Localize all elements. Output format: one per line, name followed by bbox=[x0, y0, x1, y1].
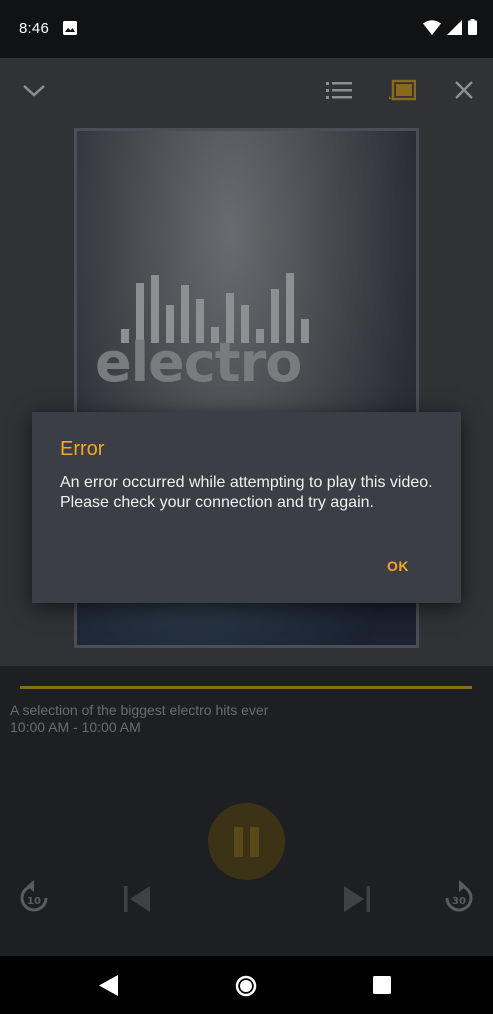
home-icon[interactable] bbox=[235, 975, 257, 1002]
status-time: 8:46 bbox=[19, 20, 49, 37]
navigation-bar bbox=[0, 956, 493, 1014]
rewind-icon[interactable]: 10 bbox=[18, 880, 50, 921]
close-icon[interactable] bbox=[454, 78, 474, 107]
back-icon[interactable] bbox=[99, 975, 118, 1001]
forward-label: 30 bbox=[452, 896, 466, 907]
cast-icon[interactable] bbox=[388, 78, 417, 107]
program-description: A selection of the biggest electro hits … bbox=[10, 702, 269, 718]
signal-icon bbox=[447, 19, 462, 40]
dialog-title: Error bbox=[60, 438, 105, 460]
pause-icon-bar-right bbox=[250, 827, 259, 857]
wifi-icon bbox=[423, 19, 441, 40]
progress-bar[interactable] bbox=[20, 686, 472, 689]
error-dialog: Error An error occurred while attempting… bbox=[32, 412, 461, 603]
player-controls: A selection of the biggest electro hits … bbox=[0, 666, 493, 956]
program-info: A selection of the biggest electro hits … bbox=[10, 702, 268, 736]
playlist-icon[interactable] bbox=[326, 78, 352, 107]
program-time-range: 10:00 AM - 10:00 AM bbox=[10, 719, 141, 735]
rewind-label: 10 bbox=[27, 896, 41, 907]
next-icon[interactable] bbox=[342, 886, 370, 917]
previous-icon[interactable] bbox=[124, 886, 152, 917]
pause-icon-bar-left bbox=[234, 827, 243, 857]
recents-icon[interactable] bbox=[373, 976, 391, 999]
artwork-text: electro bbox=[95, 331, 302, 394]
ok-button[interactable]: OK bbox=[387, 558, 409, 574]
pause-button[interactable] bbox=[208, 803, 285, 880]
image-icon bbox=[63, 21, 77, 40]
battery-icon bbox=[468, 19, 477, 40]
forward-icon[interactable]: 30 bbox=[443, 880, 475, 921]
status-bar: 8:46 bbox=[0, 0, 493, 58]
chevron-down-icon[interactable] bbox=[22, 78, 46, 107]
dialog-message: An error occurred while attempting to pl… bbox=[60, 474, 433, 511]
